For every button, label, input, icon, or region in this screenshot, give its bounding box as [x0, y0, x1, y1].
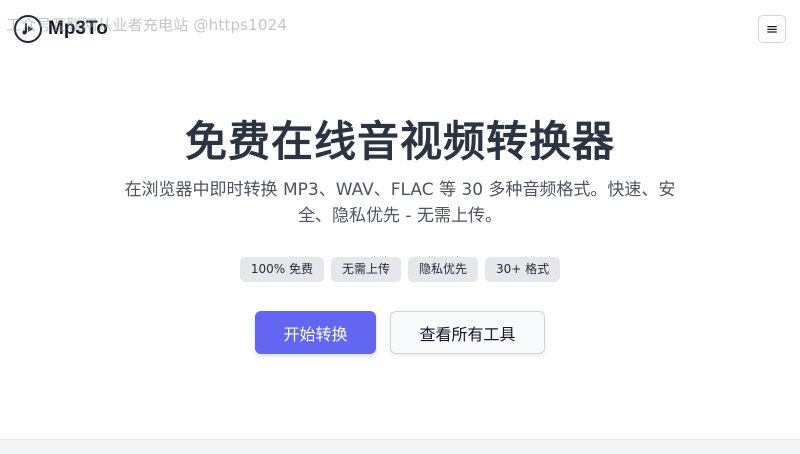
badge-no-upload: 无需上传: [330, 257, 401, 282]
start-convert-button[interactable]: 开始转换: [255, 311, 376, 354]
header: Mp3To ≡: [0, 0, 800, 58]
badge-formats: 30+ 格式: [485, 257, 561, 282]
menu-button[interactable]: ≡: [758, 15, 786, 43]
badge-privacy: 隐私优先: [407, 257, 478, 282]
logo[interactable]: Mp3To: [14, 15, 108, 43]
view-all-tools-button[interactable]: 查看所有工具: [390, 311, 545, 354]
badge-free: 100% 免费: [239, 257, 324, 282]
page-subtitle: 在浏览器中即时转换 MP3、WAV、FLAC 等 30 多种音频格式。快速、安全…: [124, 180, 676, 226]
page: 工众号互联网从业者充电站 @https1024 Mp3To ≡ 免费在线音视频转…: [0, 0, 800, 440]
hero-actions: 开始转换 查看所有工具: [0, 311, 800, 354]
logo-text: Mp3To: [48, 18, 108, 39]
play-note-icon: [14, 15, 42, 43]
hamburger-menu-icon: ≡: [765, 20, 779, 38]
feature-badges: 100% 免费 无需上传 隐私优先 30+ 格式: [0, 257, 800, 282]
page-title: 免费在线音视频转换器: [184, 117, 615, 166]
